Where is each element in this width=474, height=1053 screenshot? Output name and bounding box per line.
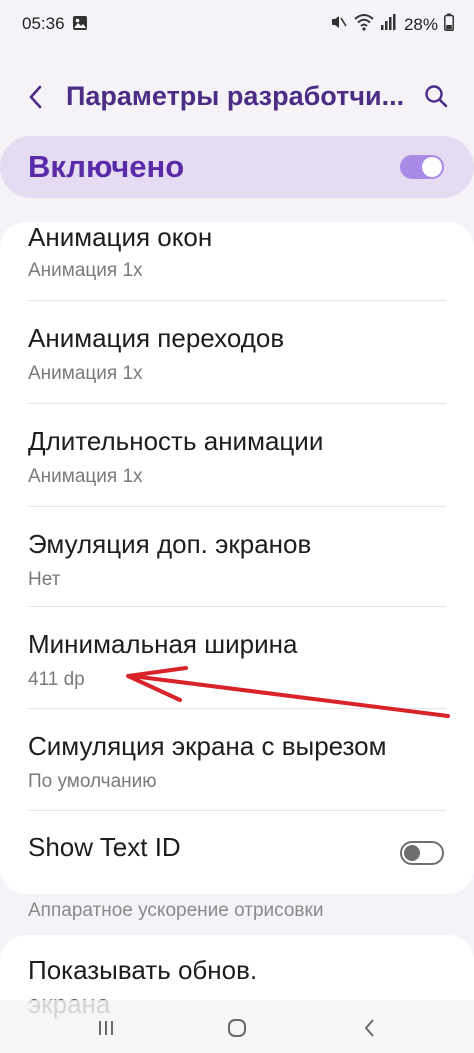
setting-title: Показывать обнов.	[28, 955, 258, 985]
gallery-icon	[72, 15, 88, 36]
setting-transition-animation[interactable]: Анимация переходов Анимация 1x	[0, 301, 474, 403]
home-button[interactable]	[225, 1016, 249, 1040]
signal-icon	[380, 13, 396, 36]
wifi-icon	[354, 13, 374, 36]
setting-title: Эмуляция доп. экранов	[28, 529, 312, 559]
setting-subtitle: Нет	[28, 569, 61, 590]
home-icon	[228, 1019, 246, 1037]
setting-title: Минимальная ширина	[28, 629, 298, 659]
setting-title: Длительность анимации	[28, 426, 324, 456]
recents-button[interactable]	[94, 1016, 118, 1040]
setting-title: Анимация окон	[28, 222, 213, 252]
developer-options-master-switch[interactable]: Включено	[0, 136, 474, 198]
page-title: Параметры разработчи...	[66, 81, 405, 111]
status-bar: 05:36 28%	[0, 0, 474, 48]
nav-back-button[interactable]	[358, 1016, 382, 1040]
setting-title: Show Text ID	[28, 832, 181, 862]
recents-icon	[99, 1021, 113, 1035]
setting-show-text-id[interactable]: Show Text ID	[0, 811, 474, 894]
search-button[interactable]	[422, 82, 452, 112]
toggle-knob	[422, 157, 442, 177]
status-icons: 28%	[330, 13, 454, 36]
mute-icon	[330, 13, 348, 36]
setting-subtitle: Анимация 1x	[28, 363, 143, 384]
settings-list: Анимация окон Анимация 1x Анимация перех…	[0, 222, 474, 894]
chevron-left-icon	[29, 85, 42, 109]
setting-window-animation[interactable]: Анимация окон Анимация 1x	[0, 222, 474, 300]
navigation-bar	[0, 1000, 474, 1053]
battery-icon	[444, 13, 454, 36]
master-switch-label: Включено	[28, 149, 185, 184]
back-button[interactable]	[22, 80, 52, 114]
master-toggle[interactable]	[400, 155, 444, 179]
toggle-knob	[404, 845, 420, 861]
setting-title: Анимация переходов	[28, 323, 285, 353]
setting-minimum-width[interactable]: Минимальная ширина 411 dp	[0, 607, 474, 709]
setting-subtitle: По умолчанию	[28, 771, 157, 792]
status-time: 05:36	[22, 14, 65, 33]
back-icon	[365, 1019, 374, 1037]
setting-subtitle: Анимация 1x	[28, 260, 143, 281]
setting-subtitle: Анимация 1x	[28, 466, 143, 487]
setting-subtitle: 411 dp	[28, 669, 85, 690]
show-text-id-toggle[interactable]	[400, 841, 444, 865]
section-header-hw-acceleration: Аппаратное ускорение отрисовки	[28, 900, 324, 921]
setting-title: Симуляция экрана с вырезом	[28, 731, 387, 761]
setting-display-cutout[interactable]: Симуляция экрана с вырезом По умолчанию	[0, 709, 474, 811]
app-header: Параметры разработчи...	[0, 60, 474, 132]
battery-percent: 28%	[403, 14, 438, 34]
setting-secondary-displays[interactable]: Эмуляция доп. экранов Нет	[0, 507, 474, 609]
setting-animation-duration[interactable]: Длительность анимации Анимация 1x	[0, 404, 474, 506]
search-icon	[425, 85, 448, 108]
